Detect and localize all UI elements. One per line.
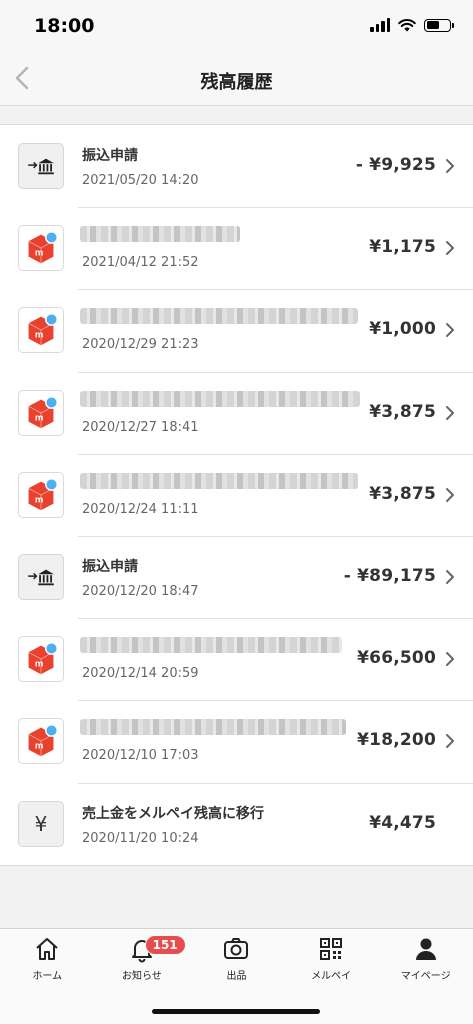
tab-home-label: ホーム xyxy=(32,971,63,982)
history-row[interactable]: m 2020/12/14 20:59 ¥66,500 xyxy=(0,618,473,700)
row-date: 2020/12/14 20:59 xyxy=(82,666,199,682)
row-date: 2020/12/24 11:11 xyxy=(82,501,199,517)
svg-text:m: m xyxy=(35,659,44,670)
chevron-right-icon xyxy=(446,487,454,502)
history-row[interactable]: m 2020/12/27 18:41 ¥3,875 xyxy=(0,371,473,454)
bank-transfer-icon xyxy=(18,143,64,189)
redacted-item-title xyxy=(80,308,358,325)
svg-text:m: m xyxy=(35,741,44,752)
row-amount: ¥3,875 xyxy=(369,401,436,422)
row-title: 売上金をメルペイ残高に移行 xyxy=(82,805,264,822)
row-amount: ¥66,500 xyxy=(357,648,436,669)
tab-mypage-label: マイページ xyxy=(400,971,451,982)
row-amount: ¥18,200 xyxy=(357,730,436,751)
chevron-right-icon xyxy=(446,159,454,173)
row-title: 振込申請 xyxy=(82,558,138,575)
row-date: 2020/12/29 21:23 xyxy=(82,337,199,353)
home-indicator xyxy=(152,1009,320,1014)
status-time: 18:00 xyxy=(34,15,95,37)
row-amount: ¥1,175 xyxy=(369,237,436,258)
row-amount: ¥1,000 xyxy=(369,319,436,340)
wifi-icon xyxy=(398,19,416,32)
tab-mypage[interactable]: マイページ xyxy=(378,935,473,982)
chevron-right-icon xyxy=(446,241,454,256)
notification-badge: 151 xyxy=(144,935,186,955)
row-date: 2020/12/27 18:41 xyxy=(82,419,199,435)
row-amount: - ¥89,175 xyxy=(343,565,436,586)
tab-sell[interactable]: 出品 xyxy=(189,935,284,982)
tab-merpay[interactable]: メルペイ xyxy=(284,935,379,982)
row-date: 2020/12/10 17:03 xyxy=(82,748,199,764)
page-title: 残高履歴 xyxy=(200,72,273,93)
chevron-right-icon xyxy=(446,323,454,338)
tab-home[interactable]: ホーム xyxy=(0,935,95,982)
history-row[interactable]: 振込申請 2020/12/20 18:47 - ¥89,175 xyxy=(0,535,473,618)
redacted-item-title xyxy=(80,390,360,407)
mercari-box-icon: m xyxy=(18,389,64,436)
row-amount: ¥3,875 xyxy=(369,483,436,504)
mercari-box-icon: m xyxy=(18,225,64,272)
cellular-signal-icon xyxy=(370,18,390,32)
person-icon xyxy=(415,938,436,960)
history-row[interactable]: m 2020/12/24 11:11 ¥3,875 xyxy=(0,453,473,536)
redacted-item-title xyxy=(80,719,346,736)
status-icons xyxy=(370,18,454,32)
tab-notifications[interactable]: 151 お知らせ xyxy=(95,935,190,982)
svg-text:m: m xyxy=(35,494,44,505)
yen-icon: ¥ xyxy=(18,800,64,847)
row-amount: ¥4,475 xyxy=(369,812,436,833)
row-date: 2021/04/12 21:52 xyxy=(82,255,199,271)
tab-merpay-label: メルペイ xyxy=(311,971,352,982)
redacted-item-title xyxy=(80,472,358,489)
bank-transfer-icon xyxy=(18,553,64,600)
home-icon xyxy=(36,938,58,960)
nav-bar: 残高履歴 xyxy=(0,50,473,106)
mercari-box-icon: m xyxy=(18,718,64,765)
redacted-item-title xyxy=(80,637,342,654)
mercari-box-icon: m xyxy=(18,471,64,518)
svg-text:m: m xyxy=(35,248,44,259)
balance-history-list: 振込申請 2021/05/20 14:20 - ¥9,925 m 2021/04/1… xyxy=(0,124,473,866)
history-row[interactable]: 振込申請 2021/05/20 14:20 - ¥9,925 xyxy=(0,125,473,207)
row-amount: - ¥9,925 xyxy=(355,155,436,175)
tab-notifications-label: お知らせ xyxy=(121,971,162,982)
camera-icon xyxy=(224,938,249,959)
history-row[interactable]: m 2020/12/10 17:03 ¥18,200 xyxy=(0,700,473,782)
row-date: 2020/12/20 18:47 xyxy=(82,583,199,599)
qr-code-icon xyxy=(320,938,343,960)
svg-text:m: m xyxy=(35,412,44,423)
svg-text:m: m xyxy=(35,330,44,341)
history-row: ¥ 売上金をメルペイ残高に移行 2020/11/20 10:24 ¥4,475 xyxy=(0,782,473,865)
battery-icon xyxy=(424,18,454,32)
chevron-right-icon xyxy=(446,405,454,420)
mercari-box-icon: m xyxy=(18,307,64,354)
history-row[interactable]: m 2020/12/29 21:23 ¥1,000 xyxy=(0,289,473,371)
row-title: 振込申請 xyxy=(82,148,138,164)
chevron-right-icon xyxy=(446,569,454,584)
status-bar: 18:00 xyxy=(0,0,473,50)
row-date: 2021/05/20 14:20 xyxy=(82,173,199,188)
redacted-item-title xyxy=(80,226,240,243)
history-row[interactable]: m 2021/04/12 21:52 ¥1,175 xyxy=(0,207,473,289)
row-date: 2020/11/20 10:24 xyxy=(82,830,199,846)
mercari-box-icon: m xyxy=(18,636,64,683)
chevron-right-icon xyxy=(446,734,454,749)
chevron-right-icon xyxy=(446,652,454,667)
tab-sell-label: 出品 xyxy=(226,971,247,982)
